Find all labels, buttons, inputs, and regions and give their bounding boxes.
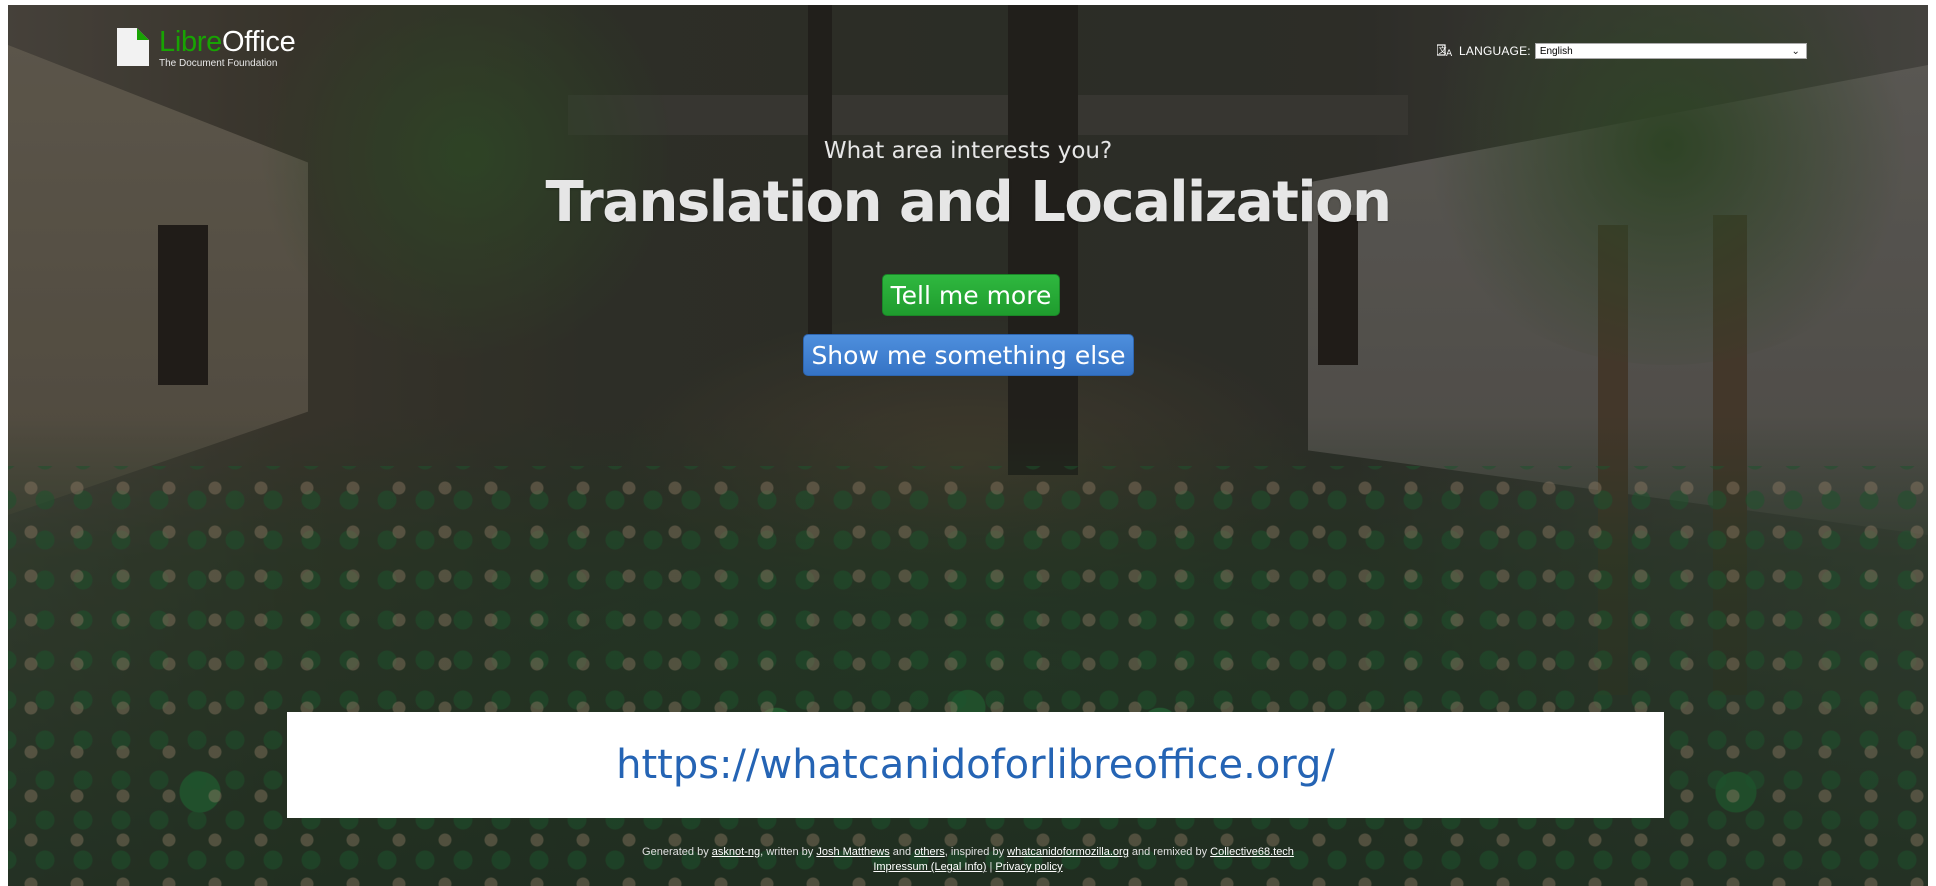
footer-separator: | xyxy=(989,861,993,873)
logo-subtitle: The Document Foundation xyxy=(159,58,278,69)
language-selector: 文 A LANGUAGE: English ⌄ xyxy=(1437,43,1807,59)
translate-icon: 文 A xyxy=(1437,44,1453,58)
libreoffice-logo-icon xyxy=(117,28,149,66)
logo-name-office: Office xyxy=(222,26,296,58)
footer-link-asknot[interactable]: asknot-ng xyxy=(712,846,760,858)
area-question: What area interests you? xyxy=(823,138,1113,164)
logo-name-libre: Libre xyxy=(159,26,222,58)
logo-text: LibreOffice The Document Foundation xyxy=(159,26,296,69)
language-select[interactable]: English ⌄ xyxy=(1534,43,1807,59)
libreoffice-logo[interactable]: LibreOffice The Document Foundation xyxy=(117,26,296,69)
footer-link-privacy[interactable]: Privacy policy xyxy=(995,861,1062,873)
show-something-else-button[interactable]: Show me something else xyxy=(803,334,1134,376)
footer-remixed-by: and remixed by xyxy=(1131,846,1208,858)
footer-link-impressum[interactable]: Impressum (Legal Info) xyxy=(873,861,986,873)
url-text: https://whatcanidoforlibreoffice.org/ xyxy=(616,742,1335,788)
footer: Generated by asknot-ng, written by Josh … xyxy=(0,845,1936,875)
footer-written-by: , written by xyxy=(760,846,814,858)
logo-name: LibreOffice xyxy=(159,26,296,58)
footer-credits-line: Generated by asknot-ng, written by Josh … xyxy=(0,845,1936,860)
svg-text:A: A xyxy=(1446,49,1453,58)
page-frame: LibreOffice The Document Foundation 文 A … xyxy=(0,0,1936,886)
tell-me-more-button[interactable]: Tell me more xyxy=(882,274,1060,316)
footer-link-author[interactable]: Josh Matthews xyxy=(816,846,889,858)
footer-and: and xyxy=(892,846,912,858)
chevron-down-icon: ⌄ xyxy=(1791,46,1800,57)
footer-generated-by: Generated by xyxy=(642,846,709,858)
footer-link-others[interactable]: others xyxy=(914,846,945,858)
url-banner: https://whatcanidoforlibreoffice.org/ xyxy=(287,712,1664,818)
footer-link-mozilla[interactable]: whatcanidoformozilla.org xyxy=(1007,846,1129,858)
area-headline: Translation and Localization xyxy=(545,170,1392,235)
footer-link-collective[interactable]: Collective68.tech xyxy=(1210,846,1294,858)
language-label: LANGUAGE: xyxy=(1459,44,1531,58)
footer-legal-line: Impressum (Legal Info) | Privacy policy xyxy=(0,860,1936,875)
footer-inspired-by: , inspired by xyxy=(944,846,1005,858)
language-select-value: English xyxy=(1539,46,1573,57)
